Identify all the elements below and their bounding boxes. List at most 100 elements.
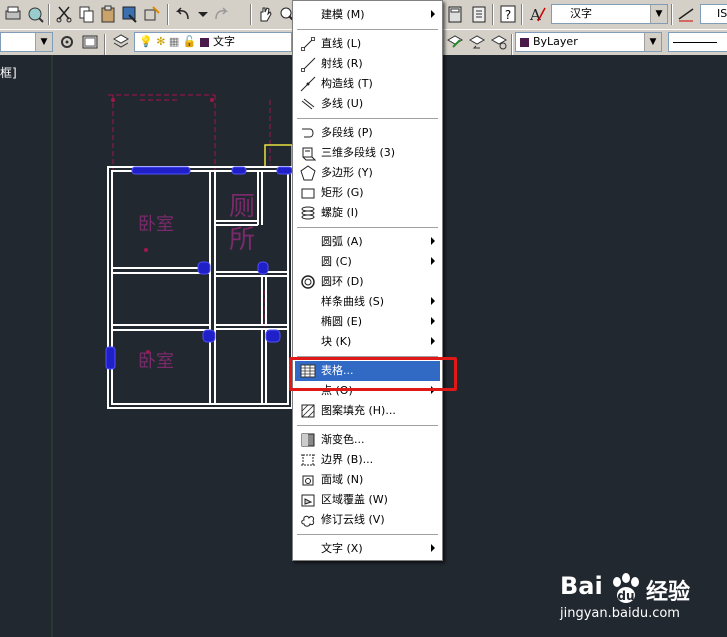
unlock-icon: 🔓 bbox=[182, 35, 197, 48]
cut-icon[interactable] bbox=[53, 3, 75, 25]
color-value: ByLayer bbox=[533, 35, 578, 48]
rectangle-icon bbox=[300, 185, 316, 201]
menu-item-label: 渐变色... bbox=[321, 433, 365, 446]
color-select[interactable]: ByLayer ▼ bbox=[515, 32, 662, 52]
menu-item-boundary[interactable]: 边界 (B)... bbox=[295, 450, 440, 470]
submenu-arrow-icon bbox=[431, 337, 435, 345]
submenu-arrow-icon bbox=[431, 257, 435, 265]
match-properties-icon[interactable] bbox=[119, 3, 141, 25]
copy-icon[interactable] bbox=[75, 3, 97, 25]
hatch-icon bbox=[300, 403, 316, 419]
undo-icon[interactable] bbox=[172, 3, 194, 25]
layer-name: 文字 bbox=[213, 35, 236, 48]
plot-icon[interactable] bbox=[2, 3, 24, 25]
color-swatch bbox=[520, 37, 529, 47]
menu-item-revcloud[interactable]: 修订云线 (V) bbox=[295, 510, 440, 530]
watermark-brand-left: Bai bbox=[560, 572, 603, 600]
submenu-arrow-icon bbox=[431, 317, 435, 325]
menu-item-3d-polyline[interactable]: 三维多段线 (3) bbox=[295, 143, 440, 163]
menu-item-multiline[interactable]: 多线 (U) bbox=[295, 94, 440, 114]
menu-item-label: 区域覆盖 (W) bbox=[321, 493, 388, 506]
menu-item-wipeout[interactable]: 区域覆盖 (W) bbox=[295, 490, 440, 510]
menu-item-label: 建模 (M) bbox=[321, 8, 365, 21]
linetype-select[interactable] bbox=[668, 32, 727, 52]
menu-item-polygon[interactable]: 多边形 (Y) bbox=[295, 163, 440, 183]
menu-item-submenu-15[interactable]: 块 (K) bbox=[295, 332, 440, 352]
menu-item-label: 矩形 (G) bbox=[321, 186, 364, 199]
menu-item-xline[interactable]: 构造线 (T) bbox=[295, 74, 440, 94]
calculator-icon[interactable] bbox=[444, 3, 466, 25]
settings-icon[interactable] bbox=[56, 31, 78, 53]
draw-menu: 建模 (M) 直线 (L) 射线 (R) 构造线 (T) 多线 (U) 多段线 (P) 三维… bbox=[292, 0, 443, 561]
line-icon bbox=[300, 36, 316, 52]
menu-item-gradient[interactable]: 渐变色... bbox=[295, 430, 440, 450]
text-style-select[interactable]: 汉字 ▼ bbox=[551, 4, 668, 24]
dimension-style-select[interactable]: IS bbox=[700, 4, 727, 24]
watermark-url: jingyan.baidu.com bbox=[560, 606, 680, 621]
menu-item-submenu-24[interactable]: 文字 (X) bbox=[295, 539, 440, 559]
menu-item-ray[interactable]: 射线 (R) bbox=[295, 54, 440, 74]
polygon-icon bbox=[300, 165, 316, 181]
svg-text:A: A bbox=[529, 6, 541, 24]
menu-item-submenu-0[interactable]: 建模 (M) bbox=[295, 5, 440, 25]
menu-item-region[interactable]: 面域 (N) bbox=[295, 470, 440, 490]
menu-item-label: 圆环 (D) bbox=[321, 275, 364, 288]
menu-separator bbox=[297, 534, 438, 535]
submenu-arrow-icon bbox=[431, 544, 435, 552]
dimension-style-value: IS bbox=[717, 7, 727, 20]
layer-state-icon[interactable] bbox=[488, 31, 510, 53]
menu-item-label: 图案填充 (H)... bbox=[321, 404, 396, 417]
baidu-jingyan-watermark: Bai du 经验 jingyan.baidu.com bbox=[556, 572, 726, 634]
xline-icon bbox=[300, 76, 316, 92]
text-style-icon[interactable]: A bbox=[526, 3, 548, 25]
lightbulb-icon: 💡 bbox=[139, 35, 153, 48]
boundary-icon bbox=[300, 452, 316, 468]
room-label-bedroom-1: 卧室 bbox=[138, 214, 174, 235]
layer-previous-icon[interactable] bbox=[466, 31, 488, 53]
menu-item-submenu-14[interactable]: 椭圆 (E) bbox=[295, 312, 440, 332]
block-editor-icon[interactable] bbox=[141, 3, 163, 25]
submenu-arrow-icon bbox=[431, 297, 435, 305]
menu-separator bbox=[297, 425, 438, 426]
watermark-brand-right: 经验 bbox=[646, 580, 691, 605]
chevron-down-icon[interactable]: ▼ bbox=[650, 5, 667, 23]
chevron-down-icon[interactable]: ▼ bbox=[35, 33, 52, 51]
baidu-paw-icon: du bbox=[613, 573, 639, 603]
annotation-highlight-box bbox=[289, 357, 457, 391]
menu-item-hatch[interactable]: 图案填充 (H)... bbox=[295, 401, 440, 421]
help-icon[interactable]: ? bbox=[497, 3, 519, 25]
make-current-layer-icon[interactable] bbox=[444, 31, 466, 53]
menu-item-label: 三维多段线 (3) bbox=[321, 146, 396, 159]
menu-item-label: 多段线 (P) bbox=[321, 126, 373, 139]
dimension-style-icon[interactable] bbox=[675, 3, 697, 25]
redo-icon[interactable] bbox=[210, 3, 232, 25]
menu-item-label: 直线 (L) bbox=[321, 37, 362, 50]
menu-item-submenu-10[interactable]: 圆弧 (A) bbox=[295, 232, 440, 252]
paste-icon[interactable] bbox=[97, 3, 119, 25]
menu-item-line[interactable]: 直线 (L) bbox=[295, 34, 440, 54]
room-label-toilet-bottom: 所 bbox=[229, 225, 255, 255]
room-label-toilet-top: 厕 bbox=[229, 192, 255, 222]
menu-item-donut[interactable]: 圆环 (D) bbox=[295, 272, 440, 292]
menu-item-rectangle[interactable]: 矩形 (G) bbox=[295, 183, 440, 203]
menu-item-label: 螺旋 (I) bbox=[321, 206, 359, 219]
menu-item-polyline[interactable]: 多段线 (P) bbox=[295, 123, 440, 143]
chevron-down-icon[interactable]: ▼ bbox=[644, 33, 661, 51]
polyline-icon bbox=[300, 125, 316, 141]
viewport-label[interactable]: 框] bbox=[0, 64, 17, 81]
donut-icon bbox=[300, 274, 316, 290]
menu-item-submenu-11[interactable]: 圆 (C) bbox=[295, 252, 440, 272]
layer-properties-icon[interactable] bbox=[110, 31, 132, 53]
quickcalc-icon[interactable] bbox=[468, 3, 490, 25]
layer-select[interactable]: 💡 ✻ ▦ 🔓 文字 bbox=[134, 32, 292, 52]
menu-item-helix[interactable]: 螺旋 (I) bbox=[295, 203, 440, 223]
submenu-arrow-icon bbox=[431, 10, 435, 18]
pan-icon[interactable] bbox=[254, 3, 276, 25]
menu-item-label: 面域 (N) bbox=[321, 473, 364, 486]
menu-item-label: 边界 (B)... bbox=[321, 453, 374, 466]
workspace-select[interactable]: ▼ bbox=[0, 32, 53, 52]
menu-separator bbox=[297, 29, 438, 30]
workspace-icon[interactable] bbox=[79, 31, 101, 53]
menu-item-submenu-13[interactable]: 样条曲线 (S) bbox=[295, 292, 440, 312]
plot-preview-icon[interactable] bbox=[24, 3, 46, 25]
